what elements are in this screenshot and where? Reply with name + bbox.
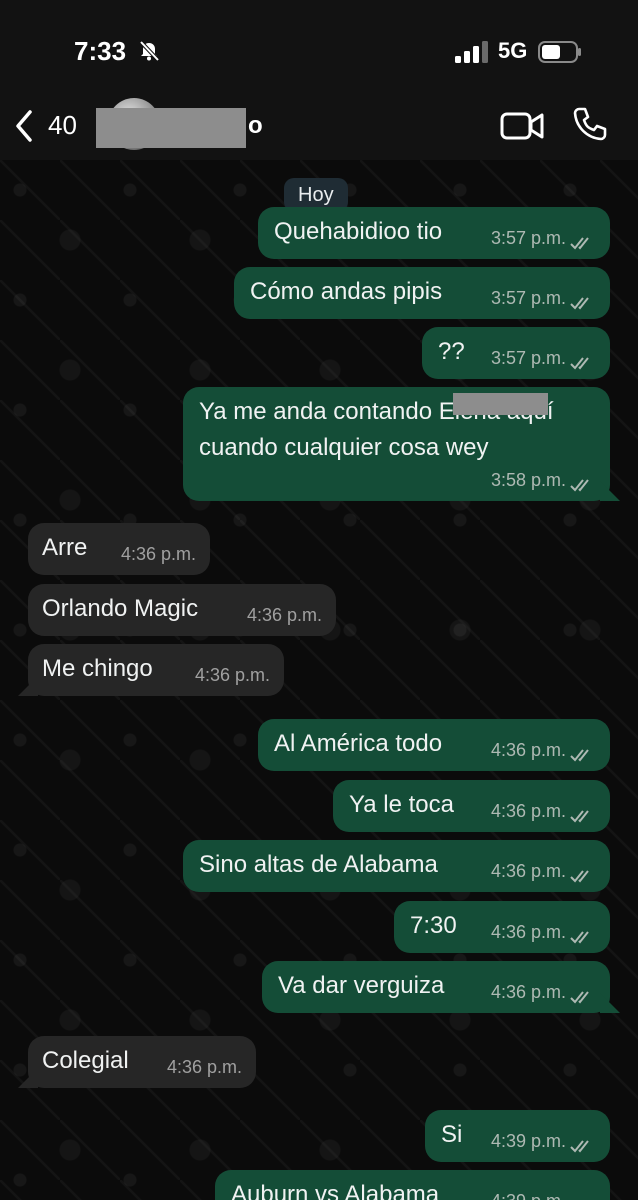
message-text: Va dar verguiza	[278, 972, 445, 999]
message-text: Me chingo	[42, 655, 153, 682]
bell-slash-icon	[139, 40, 160, 62]
read-ticks-icon	[570, 803, 596, 823]
read-ticks-icon	[570, 472, 596, 492]
outgoing-message[interactable]: Al América todo 4:36 p.m.	[258, 719, 610, 771]
outgoing-message[interactable]: Ya le toca 4:36 p.m.	[333, 780, 610, 832]
incoming-message[interactable]: Me chingo 4:36 p.m.	[18, 644, 284, 696]
message-text: Ya le toca	[349, 791, 454, 818]
message-text: 7:30	[410, 912, 457, 939]
message-text: Sino altas de Alabama	[199, 851, 438, 878]
bubble-tail	[18, 1068, 38, 1088]
message-time: 4:36 p.m.	[490, 801, 566, 821]
message-text: ??	[438, 338, 465, 365]
network-type: 5G	[498, 38, 528, 63]
message-time: 4:36 p.m.	[246, 605, 322, 625]
message-time: 4:39 p.m.	[491, 1191, 566, 1200]
message-time: 3:57 p.m.	[490, 288, 566, 308]
read-ticks-icon	[570, 1193, 596, 1200]
status-time: 7:33	[74, 36, 127, 66]
message-time: 4:36 p.m.	[166, 1057, 242, 1077]
message-text: Quehabidioo tio	[274, 218, 443, 245]
read-ticks-icon	[570, 1133, 596, 1153]
message-text: Colegial	[42, 1047, 129, 1074]
read-ticks-icon	[570, 350, 596, 370]
message-time: 4:36 p.m.	[490, 740, 566, 760]
bubble-tail	[600, 993, 620, 1013]
contact-name-prefix[interactable]: 40	[48, 110, 77, 141]
outgoing-message[interactable]: ?? 3:57 p.m.	[422, 327, 610, 379]
message-time: 4:36 p.m.	[120, 544, 196, 564]
read-ticks-icon	[570, 924, 596, 944]
message-time: 3:57 p.m.	[490, 348, 566, 368]
bubble-tail	[18, 676, 38, 696]
message-time: 4:36 p.m.	[490, 982, 566, 1002]
incoming-message[interactable]: Colegial 4:36 p.m.	[18, 1036, 256, 1088]
outgoing-message[interactable]: Auburn vs Alabama 4:39 p.m.	[215, 1170, 610, 1200]
read-ticks-icon	[570, 230, 596, 250]
chat-area[interactable]: Hoy Quehabidioo tio 3:57 p.m. Cómo andas p…	[0, 160, 638, 1200]
chat-header: 40 o	[0, 98, 638, 160]
message-time: 3:57 p.m.	[490, 228, 566, 248]
message-time: 4:36 p.m.	[194, 665, 270, 685]
outgoing-message[interactable]: Cómo andas pipis 3:57 p.m.	[234, 267, 610, 319]
contact-name-suffix[interactable]: o	[248, 112, 263, 140]
video-call-icon[interactable]	[500, 110, 544, 142]
outgoing-message[interactable]: Quehabidioo tio 3:57 p.m.	[258, 207, 610, 259]
battery-icon	[538, 41, 581, 63]
outgoing-message[interactable]: Si 4:39 p.m.	[425, 1110, 610, 1162]
message-time: 3:58 p.m.	[490, 470, 566, 490]
outgoing-message[interactable]: 7:30 4:36 p.m.	[394, 901, 610, 953]
message-text: Si	[441, 1121, 463, 1148]
outgoing-message[interactable]: Ya me anda contando Elena aquí cuando cu…	[183, 387, 620, 501]
message-text: Orlando Magic	[42, 595, 199, 622]
message-text: Al América todo	[274, 730, 443, 757]
redaction-bar	[96, 108, 246, 148]
message-text: Auburn vs Alabama	[231, 1181, 440, 1200]
back-chevron-icon[interactable]	[10, 106, 38, 146]
incoming-message[interactable]: Arre 4:36 p.m.	[28, 523, 210, 575]
read-ticks-icon	[570, 742, 596, 762]
read-ticks-icon	[570, 984, 596, 1004]
message-time: 4:36 p.m.	[490, 861, 566, 881]
message-time: 4:39 p.m.	[490, 1131, 566, 1151]
phone-icon[interactable]	[572, 106, 608, 142]
read-ticks-icon	[570, 863, 596, 883]
message-text: Arre	[42, 534, 88, 561]
message-time: 4:36 p.m.	[490, 922, 566, 942]
signal-icon	[455, 41, 488, 63]
incoming-message[interactable]: Orlando Magic 4:36 p.m.	[28, 584, 336, 636]
outgoing-message[interactable]: Sino altas de Alabama 4:36 p.m.	[183, 840, 610, 892]
status-bar: 7:33 5G	[0, 0, 638, 100]
message-text: Cómo andas pipis	[250, 278, 443, 305]
outgoing-message[interactable]: Va dar verguiza 4:36 p.m.	[262, 961, 620, 1013]
redaction-bar	[453, 393, 548, 415]
bubble-tail	[600, 481, 620, 501]
read-ticks-icon	[570, 290, 596, 310]
